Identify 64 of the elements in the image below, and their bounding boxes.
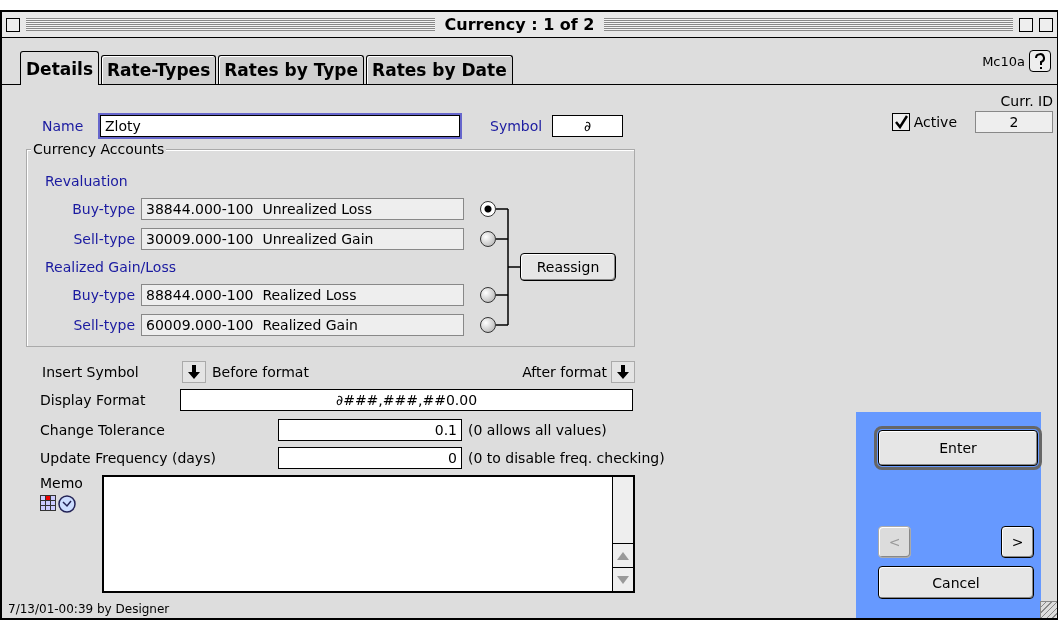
tab[interactable]: Details bbox=[20, 51, 99, 85]
reassign-button[interactable]: Reassign bbox=[520, 253, 616, 281]
down-arrow-icon bbox=[617, 575, 629, 584]
group-heading: Revaluation bbox=[45, 173, 128, 189]
symbol-label: Symbol bbox=[490, 118, 543, 134]
radio-button[interactable] bbox=[480, 287, 496, 303]
resize-grip[interactable] bbox=[1040, 601, 1057, 618]
curr-id-label: Curr. ID bbox=[1000, 93, 1053, 109]
tab[interactable]: Rates by Date bbox=[366, 55, 513, 84]
zoom-box[interactable] bbox=[1019, 17, 1033, 32]
display-format-field[interactable]: ∂###,###,##0.00 bbox=[180, 389, 633, 411]
memo-label: Memo bbox=[40, 475, 83, 491]
after-format-label: After format bbox=[522, 364, 607, 380]
account-field: 60009.000-100 Realized Gain bbox=[141, 314, 464, 336]
title-stripes[interactable] bbox=[604, 18, 1013, 31]
account-field: 88844.000-100 Realized Loss bbox=[141, 284, 464, 306]
help-icon bbox=[1034, 53, 1046, 69]
group-title: Currency Accounts bbox=[31, 141, 167, 157]
insert-symbol-label: Insert Symbol bbox=[41, 364, 140, 380]
down-arrow-icon bbox=[617, 365, 629, 379]
name-field[interactable]: Zloty bbox=[100, 115, 460, 137]
active-label: Active bbox=[913, 114, 957, 130]
symbol-field[interactable]: ∂ bbox=[552, 115, 624, 137]
before-arrow-button[interactable] bbox=[182, 361, 206, 383]
status-text: 7/13/01-00:39 by Designer bbox=[8, 602, 171, 616]
memo-field[interactable] bbox=[102, 475, 635, 593]
calendar-icon[interactable] bbox=[40, 495, 56, 511]
window-title: Currency : 1 of 2 bbox=[443, 15, 596, 34]
change-tolerance-note: (0 allows all values) bbox=[468, 422, 607, 438]
account-type-label: Sell-type bbox=[72, 231, 135, 247]
before-format-label: Before format bbox=[212, 364, 309, 380]
radio-button[interactable] bbox=[480, 201, 496, 217]
display-format-label: Display Format bbox=[39, 392, 147, 408]
curr-id-field: 2 bbox=[975, 111, 1053, 133]
radio-button[interactable] bbox=[480, 317, 496, 333]
up-arrow-icon bbox=[617, 551, 629, 560]
change-tolerance-label: Change Tolerance bbox=[39, 422, 166, 438]
active-checkbox[interactable] bbox=[891, 113, 910, 131]
account-field: 30009.000-100 Unrealized Gain bbox=[141, 228, 464, 250]
tab[interactable]: Rates by Type bbox=[218, 55, 365, 84]
name-label: Name bbox=[41, 118, 85, 134]
clock-icon[interactable] bbox=[58, 495, 76, 513]
close-box[interactable] bbox=[6, 17, 20, 32]
change-tolerance-field[interactable]: 0.1 bbox=[278, 419, 462, 441]
update-frequency-label: Update Frequency (days) bbox=[39, 450, 217, 466]
title-stripes[interactable] bbox=[26, 18, 435, 31]
collapse-box[interactable] bbox=[1039, 17, 1053, 32]
tab[interactable]: Rate-Types bbox=[101, 55, 217, 84]
help-button[interactable] bbox=[1029, 50, 1051, 72]
group-heading: Realized Gain/Loss bbox=[45, 259, 176, 275]
radio-button[interactable] bbox=[480, 231, 496, 247]
account-type-label: Buy-type bbox=[71, 201, 135, 217]
checkmark-icon bbox=[893, 115, 908, 129]
account-field: 38844.000-100 Unrealized Loss bbox=[141, 198, 464, 220]
scroll-bar[interactable] bbox=[612, 477, 633, 591]
account-type-label: Buy-type bbox=[71, 287, 135, 303]
update-frequency-note: (0 to disable freq. checking) bbox=[468, 450, 665, 466]
next-button[interactable]: > bbox=[1001, 526, 1034, 558]
update-frequency-field[interactable]: 0 bbox=[278, 447, 462, 469]
cancel-button[interactable]: Cancel bbox=[878, 566, 1034, 599]
after-arrow-button[interactable] bbox=[611, 361, 635, 383]
form-code: Mc10a bbox=[982, 53, 1025, 69]
account-type-label: Sell-type bbox=[72, 317, 135, 333]
down-arrow-icon bbox=[188, 365, 200, 379]
